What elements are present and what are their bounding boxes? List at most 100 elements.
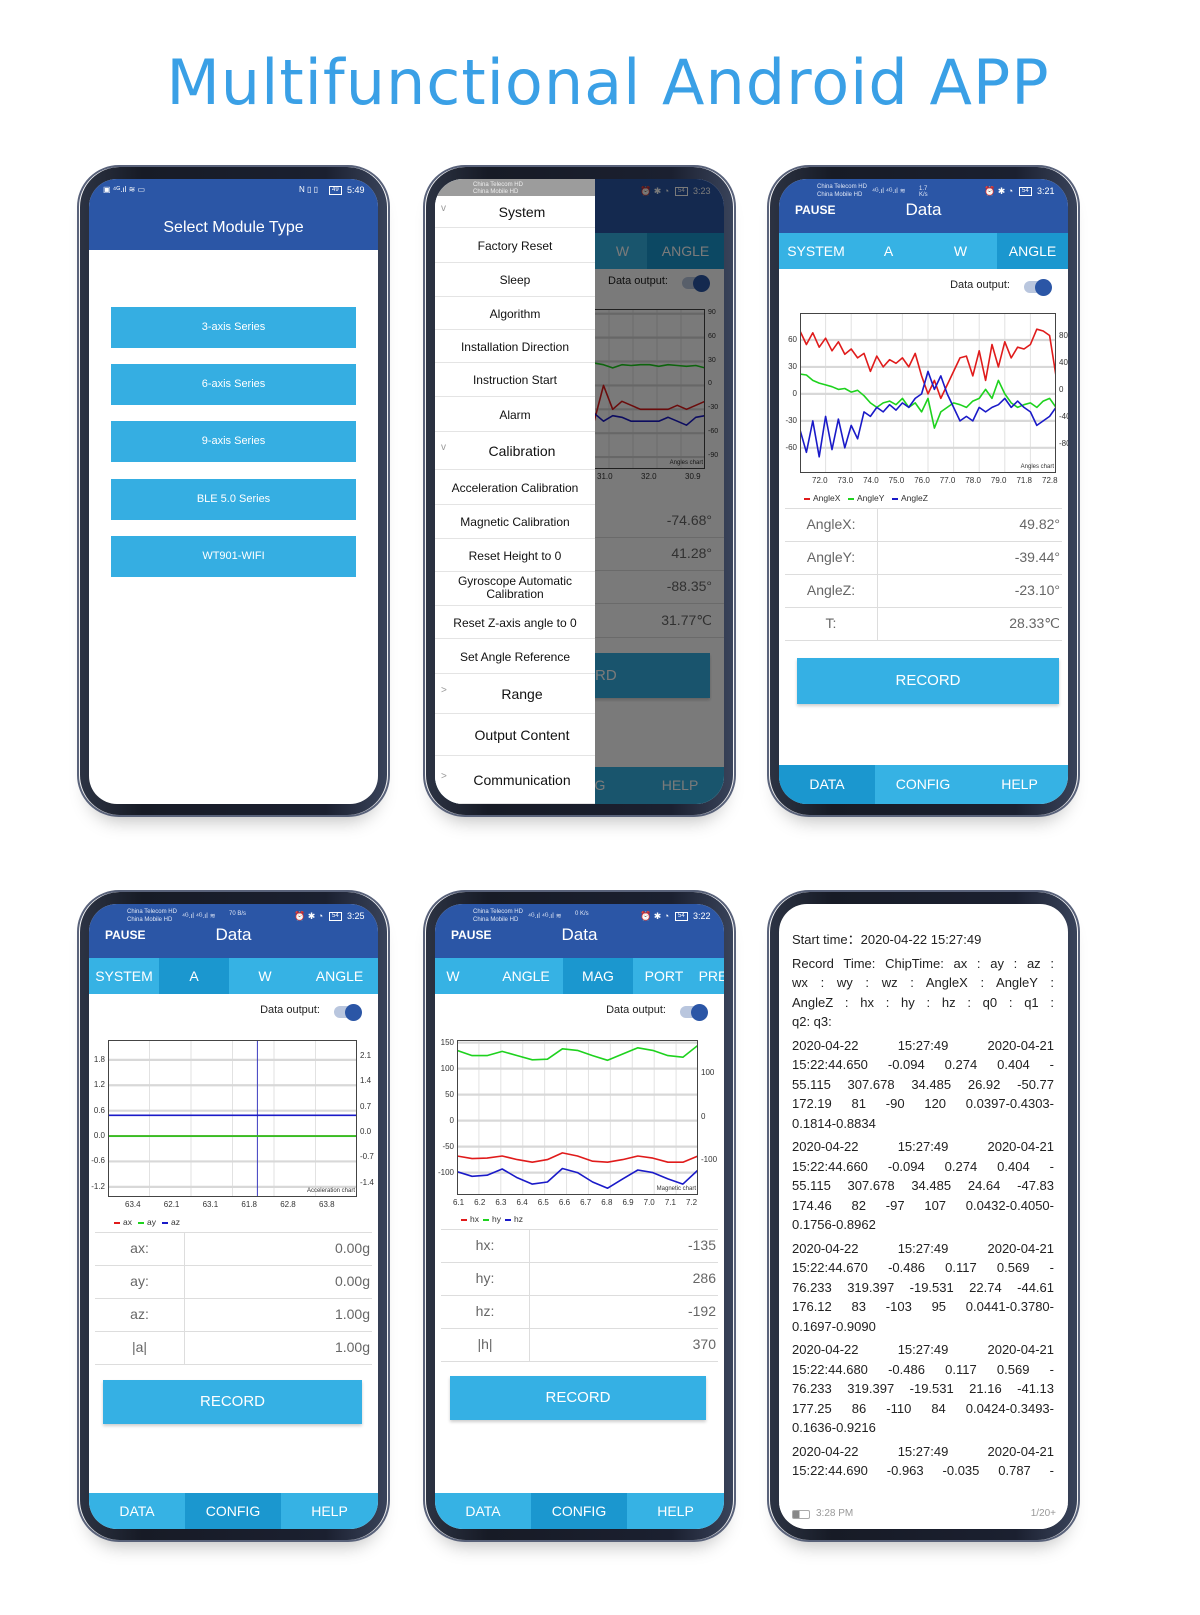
- y2-tick-label: -40: [1059, 412, 1068, 422]
- nav-data[interactable]: DATA: [779, 765, 875, 804]
- y-tick-label: 0: [792, 388, 797, 398]
- y2-tick-label: 0.7: [360, 1101, 372, 1111]
- column-divider: [184, 1232, 185, 1265]
- module-button[interactable]: WT901-WIFI: [111, 536, 356, 577]
- y2-tick-label: 2.1: [360, 1050, 372, 1060]
- data-row-value: -39.44°: [1014, 549, 1060, 565]
- drawer-item[interactable]: Set Angle Reference: [435, 639, 595, 674]
- nav-help[interactable]: HELP: [281, 1493, 378, 1529]
- status-time: 3:21: [1037, 186, 1055, 196]
- tab-w[interactable]: W: [924, 233, 997, 269]
- nav-config[interactable]: CONFIG: [185, 1493, 281, 1529]
- drawer-item[interactable]: Magnetic Calibration: [435, 505, 595, 539]
- drawer-item[interactable]: Instruction Start: [435, 363, 595, 397]
- y2-tick-label: 1.4: [360, 1076, 372, 1086]
- nav-config[interactable]: CONFIG: [531, 1493, 627, 1529]
- tab-w[interactable]: W: [435, 958, 471, 994]
- module-button[interactable]: 3-axis Series: [111, 307, 356, 348]
- tab-angle[interactable]: ANGLE: [481, 958, 571, 994]
- carrier-1: China Telecom HD: [127, 909, 177, 915]
- data-row-value: 49.82°: [1019, 516, 1060, 532]
- record-button[interactable]: RECORD: [103, 1380, 362, 1424]
- chevron-down-icon: v: [441, 203, 446, 214]
- drawer-item[interactable]: Algorithm: [435, 297, 595, 330]
- y-tick-label: -100: [437, 1167, 454, 1177]
- column-divider: [877, 607, 878, 640]
- record-header-line: q2: q3:: [792, 1014, 832, 1029]
- column-divider: [877, 574, 878, 607]
- data-output-toggle[interactable]: [680, 1003, 708, 1021]
- toggle-knob[interactable]: [1035, 278, 1052, 296]
- drawer-item[interactable]: Reset Z-axis angle to 0: [435, 606, 595, 639]
- y-tick-label: 0: [449, 1115, 454, 1125]
- status-icons: ⏰ ✱ ◔: [984, 186, 1014, 196]
- drawer-item[interactable]: Communication >: [435, 756, 595, 804]
- data-output-toggle[interactable]: [334, 1003, 362, 1021]
- tab-pre[interactable]: PRE: [693, 958, 724, 994]
- tab-angle[interactable]: ANGLE: [997, 233, 1068, 269]
- record-data-line: 55.115 307.678 34.485 26.92 -50.77: [792, 1076, 1054, 1092]
- drawer-item[interactable]: System v: [435, 196, 595, 228]
- x-tick-label: 71.8: [1016, 476, 1033, 485]
- drawer-item[interactable]: Range >: [435, 674, 595, 714]
- data-output-toggle[interactable]: [1024, 278, 1052, 296]
- x-tick-label: 62.1: [163, 1200, 180, 1209]
- drawer-item-label: Algorithm: [489, 306, 541, 321]
- y2-tick-label: -0.7: [360, 1152, 374, 1162]
- data-output-label: Data output:: [950, 279, 1010, 291]
- drawer-item[interactable]: Factory Reset: [435, 228, 595, 263]
- drawer-item[interactable]: Calibration v: [435, 432, 595, 470]
- record-button[interactable]: RECORD: [797, 658, 1059, 704]
- column-divider: [184, 1331, 185, 1364]
- legend-label: ax: [123, 1217, 132, 1227]
- tab-mag[interactable]: MAG: [563, 958, 633, 994]
- x-tick-label: 6.6: [558, 1198, 571, 1207]
- legend-label: AngleY: [857, 493, 885, 503]
- y2-tick-label: 80: [1059, 331, 1068, 340]
- toggle-knob[interactable]: [345, 1003, 362, 1021]
- network-speed: 0 K/s: [575, 911, 589, 917]
- drawer-item[interactable]: Alarm: [435, 397, 595, 432]
- carrier-1: China Telecom HD: [473, 909, 523, 915]
- tab-a[interactable]: A: [853, 233, 924, 269]
- toggle-knob[interactable]: [691, 1003, 708, 1021]
- tab-angle[interactable]: ANGLE: [301, 958, 378, 994]
- drawer-item[interactable]: Gyroscope Automatic Calibration: [435, 572, 595, 606]
- nav-data[interactable]: DATA: [89, 1493, 185, 1529]
- data-row-value: 370: [692, 1336, 716, 1352]
- drawer-item[interactable]: Acceleration Calibration: [435, 470, 595, 505]
- y-tick-label: 1.2: [93, 1080, 105, 1090]
- drawer-item[interactable]: Reset Height to 0: [435, 539, 595, 572]
- legend-swatch: [804, 498, 810, 500]
- record-header-line: AngleZ : hx : hy : hz : q0 : q1 :: [792, 994, 1054, 1010]
- phone-acceleration-data: China Telecom HD China Mobile HD ⁴ᴳ.ıl ⁴ᴳ.…: [77, 890, 390, 1542]
- drawer-item-label: Factory Reset: [477, 238, 553, 253]
- module-button[interactable]: BLE 5.0 Series: [111, 479, 356, 520]
- drawer-item[interactable]: Output Content: [435, 714, 595, 756]
- module-button[interactable]: 6-axis Series: [111, 364, 356, 405]
- x-tick-label: 78.0: [965, 476, 981, 485]
- column-divider: [184, 1298, 185, 1331]
- tab-system[interactable]: SYSTEM: [89, 958, 159, 994]
- chart-title: Magnetic chart: [656, 1186, 696, 1192]
- nav-data[interactable]: DATA: [435, 1493, 531, 1529]
- nav-help[interactable]: HELP: [971, 765, 1068, 804]
- tab-a[interactable]: A: [159, 958, 229, 994]
- tab-port[interactable]: PORT: [633, 958, 695, 994]
- data-row-label: az:: [130, 1306, 149, 1322]
- drawer-item-label: Reset Height to 0: [468, 548, 562, 563]
- nav-help[interactable]: HELP: [627, 1493, 724, 1529]
- drawer-item[interactable]: Sleep: [435, 263, 595, 297]
- screen-title: Data: [905, 200, 942, 219]
- nav-config[interactable]: CONFIG: [875, 765, 971, 804]
- record-button[interactable]: RECORD: [450, 1376, 706, 1420]
- module-button[interactable]: 9-axis Series: [111, 421, 356, 462]
- record-header-line: Record Time: ChipTime: ax : ay : az :: [792, 955, 1054, 971]
- magnetic-data-screen: China Telecom HD China Mobile HD ⁴ᴳ.ıl ⁴ᴳ.…: [435, 904, 724, 1529]
- tab-system[interactable]: SYSTEM: [779, 233, 853, 269]
- data-row-value: 286: [692, 1270, 716, 1286]
- tab-w[interactable]: W: [229, 958, 301, 994]
- x-tick-label: 74.0: [863, 476, 879, 485]
- drawer-item[interactable]: Installation Direction: [435, 330, 595, 363]
- carrier-2: China Mobile HD: [473, 189, 519, 195]
